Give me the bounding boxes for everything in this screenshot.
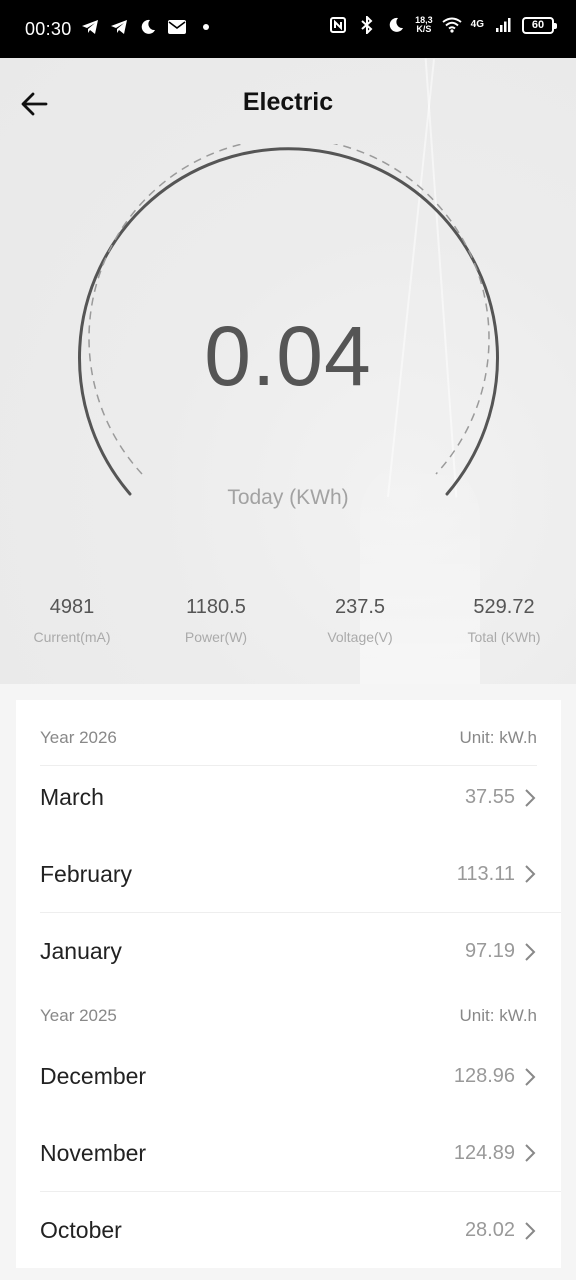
stat-label: Current(mA)	[33, 629, 111, 645]
month-value: 37.55	[464, 786, 515, 808]
page-title: Electric	[242, 88, 334, 116]
telegram-icon	[80, 17, 100, 37]
chevron-right-icon	[525, 1221, 536, 1240]
stat-voltage: 237.5 Voltage(V)	[288, 596, 432, 645]
status-bar: 00:30 18,3 K/S 4G 60	[0, 0, 576, 58]
chevron-right-icon	[525, 942, 536, 961]
wifi-icon	[442, 15, 462, 35]
mail-icon	[167, 17, 187, 37]
stats-row: 4981 Current(mA) 1180.5 Power(W) 237.5 V…	[0, 596, 576, 656]
stat-total: 529.72 Total (KWh)	[432, 596, 576, 645]
telegram-icon	[109, 17, 129, 37]
month-value: 128.96	[453, 1065, 515, 1087]
month-value: 28.02	[464, 1219, 515, 1241]
month-label: December	[40, 1063, 147, 1089]
network-speed: 18,3 K/S	[415, 15, 433, 34]
month-row-december[interactable]: December 128.96	[40, 1038, 561, 1115]
chevron-right-icon	[525, 1067, 536, 1086]
month-row-february[interactable]: February 113.11	[40, 836, 561, 913]
stat-label: Power(W)	[184, 629, 248, 645]
month-label: January	[40, 938, 122, 964]
status-notification-icons	[80, 17, 216, 37]
status-system-icons: 18,3 K/S 4G 60	[328, 15, 557, 35]
signal-icon	[493, 15, 513, 35]
chevron-right-icon	[525, 1144, 536, 1162]
stat-value: 237.5	[334, 596, 386, 618]
unit-label: Unit: kW.h	[459, 727, 537, 747]
year-header: Year 2025 Unit: kW.h	[40, 988, 537, 1044]
moon-icon	[138, 17, 158, 37]
chevron-right-icon	[525, 865, 536, 883]
stat-current: 4981 Current(mA)	[0, 596, 144, 645]
year-label: Year 2025	[40, 1006, 117, 1025]
month-row-march[interactable]: March 37.55	[40, 759, 561, 836]
moon-icon	[386, 15, 406, 35]
year-header: Year 2026 Unit: kW.h	[40, 710, 537, 766]
today-energy-value: 0.04	[204, 309, 372, 403]
month-label: October	[40, 1217, 122, 1243]
bluetooth-icon	[357, 15, 377, 35]
stat-label: Voltage(V)	[327, 629, 393, 645]
status-time: 00:30	[25, 19, 72, 39]
month-value: 124.89	[453, 1141, 515, 1164]
month-row-january[interactable]: January 97.19	[40, 913, 561, 990]
stat-value: 4981	[49, 596, 95, 618]
month-row-october[interactable]: October 28.02	[40, 1192, 561, 1269]
month-row-november[interactable]: November 124.89	[40, 1115, 561, 1192]
monthly-history-card: Year 2026 Unit: kW.h March 37.55 Februar…	[16, 700, 561, 1268]
dot-icon	[196, 17, 216, 37]
battery-icon: 60	[522, 16, 557, 34]
stat-value: 1180.5	[186, 596, 246, 618]
month-label: February	[40, 860, 133, 887]
month-label: March	[40, 784, 104, 810]
month-label: November	[40, 1139, 147, 1166]
chevron-right-icon	[525, 788, 536, 807]
year-label: Year 2026	[40, 727, 117, 747]
nfc-icon	[328, 15, 348, 35]
stat-power: 1180.5 Power(W)	[144, 596, 288, 645]
stat-value: 529.72	[473, 596, 535, 618]
month-value: 113.11	[456, 862, 515, 885]
stat-label: Total (KWh)	[467, 629, 541, 645]
unit-label: Unit: kW.h	[459, 1006, 537, 1025]
month-value: 97.19	[464, 940, 515, 962]
network-type: 4G	[470, 19, 484, 30]
today-energy-label: Today (KWh)	[227, 486, 349, 509]
